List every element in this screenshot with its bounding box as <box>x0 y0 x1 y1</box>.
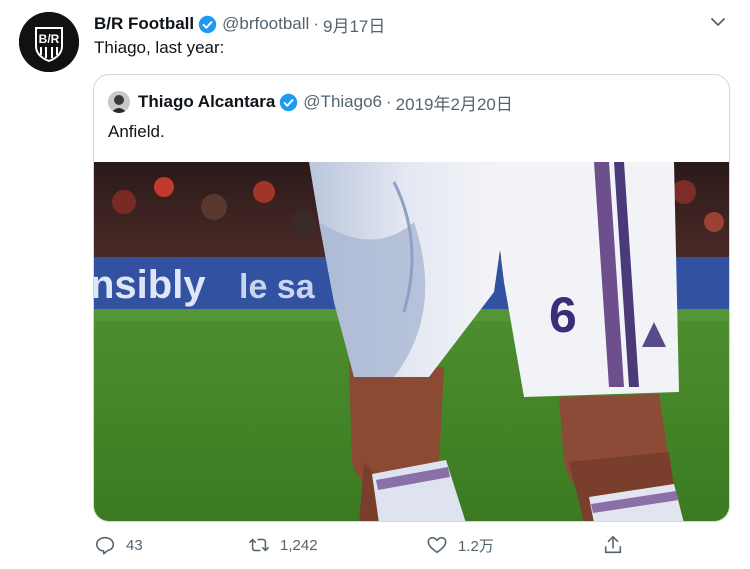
quoted-tweet-date[interactable]: 2019年2月20日 <box>396 90 513 115</box>
quoted-tweet[interactable]: Thiago Alcantara @Thiago6 · 2019年2月20日 A… <box>93 74 730 522</box>
reply-icon <box>95 536 115 555</box>
author-handle[interactable]: @brfootball <box>222 14 309 34</box>
like-count: 1.2万 <box>458 537 494 555</box>
reply-button[interactable]: 43 <box>94 530 143 560</box>
tweet[interactable]: B/R B/R Football @brfootball · 9月17日 Thi… <box>0 0 750 569</box>
tweet-text: Thiago, last year: <box>94 38 225 57</box>
tweet-actions: 43 1,242 1.2万 <box>94 530 634 560</box>
tweet-date[interactable]: 9月17日 <box>323 12 385 37</box>
tweet-photo[interactable]: nsibly le sa 6 <box>94 162 729 521</box>
share-button[interactable] <box>602 530 634 560</box>
share-icon <box>604 535 622 554</box>
retweet-button[interactable]: 1,242 <box>248 530 318 560</box>
avatar[interactable]: B/R <box>19 12 79 72</box>
retweet-count: 1,242 <box>280 536 318 554</box>
separator-dot: · <box>386 92 392 111</box>
shirt-number: 6 <box>549 287 577 343</box>
retweet-icon <box>249 538 269 552</box>
verified-badge-icon <box>198 15 217 33</box>
person-avatar-icon <box>108 91 130 113</box>
quoted-author-name[interactable]: Thiago Alcantara <box>138 92 275 112</box>
tweet-header: B/R Football @brfootball · 9月17日 <box>94 12 385 36</box>
quoted-author-handle[interactable]: @Thiago6 <box>303 92 382 112</box>
chevron-down-icon[interactable] <box>708 12 728 32</box>
photo-image: nsibly le sa 6 <box>94 162 729 521</box>
avatar-logo-text: B/R <box>39 32 60 46</box>
verified-badge-icon <box>280 93 298 111</box>
heart-icon <box>427 536 447 554</box>
br-logo-icon: B/R <box>19 12 79 72</box>
author-name[interactable]: B/R Football <box>94 14 194 34</box>
quoted-avatar <box>108 91 130 113</box>
quoted-tweet-header: Thiago Alcantara @Thiago6 · 2019年2月20日 <box>108 90 513 115</box>
separator-dot: · <box>313 14 319 33</box>
like-button[interactable]: 1.2万 <box>426 530 494 560</box>
banner-text-2: le sa <box>239 268 316 306</box>
banner-text: nsibly <box>94 263 206 307</box>
quoted-tweet-text: Anfield. <box>108 122 165 141</box>
reply-count: 43 <box>126 536 143 554</box>
